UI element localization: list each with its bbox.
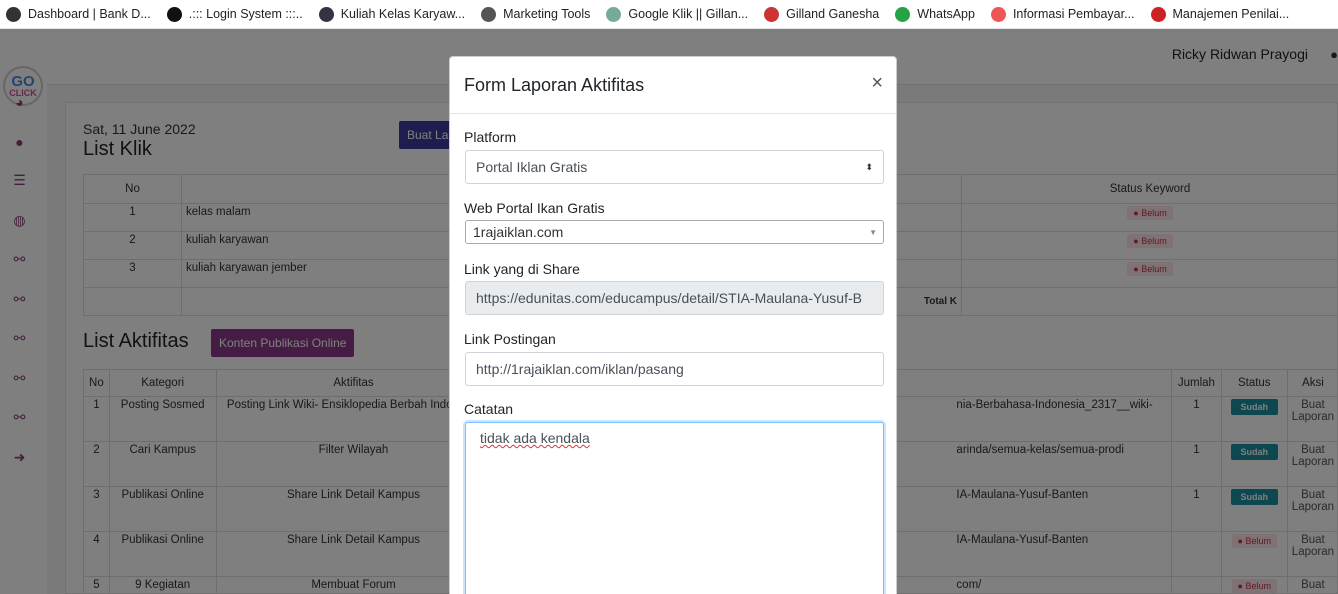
bookmark-label: Informasi Pembayar...	[1012, 7, 1135, 21]
modal-header: Form Laporan Aktifitas ×	[450, 57, 896, 114]
bookmark-label: Manajemen Penilai...	[1172, 7, 1290, 21]
bookmark-label: Marketing Tools	[503, 7, 591, 21]
platform-selected: Portal Iklan Gratis	[476, 159, 588, 175]
bookmark-label: .::: Login System :::..	[188, 7, 303, 21]
bookmark-label: Google Klik || Gillan...	[628, 7, 749, 21]
bookmark-favicon-icon	[606, 6, 622, 22]
bookmark-label: Kuliah Kelas Karyaw...	[340, 7, 466, 21]
bookmark-item[interactable]: Kuliah Kelas Karyaw...	[318, 6, 466, 22]
bookmark-favicon-icon	[318, 6, 334, 22]
bookmark-favicon-icon	[6, 6, 21, 22]
bookmark-favicon-icon	[166, 6, 182, 22]
bookmark-label: WhatsApp	[917, 7, 975, 21]
web-portal-select[interactable]: 1rajaiklan.com ▼	[465, 220, 884, 244]
link-share-label: Link yang di Share	[464, 261, 580, 277]
bookmark-item[interactable]: Informasi Pembayar...	[990, 6, 1135, 22]
bookmark-item[interactable]: Marketing Tools	[481, 6, 591, 22]
platform-label: Platform	[464, 129, 517, 145]
bookmark-favicon-icon	[990, 6, 1006, 22]
chevron-down-icon: ▼	[869, 227, 877, 237]
select-arrows-icon: ⬍	[865, 161, 873, 172]
bookmark-item[interactable]: Google Klik || Gillan...	[606, 6, 749, 22]
platform-select[interactable]: Portal Iklan Gratis ⬍	[465, 150, 884, 184]
bookmark-favicon-icon	[481, 6, 497, 22]
bookmark-favicon-icon	[1150, 6, 1166, 22]
bookmark-label: Gilland Ganesha	[786, 7, 880, 21]
bookmark-item[interactable]: WhatsApp	[895, 6, 975, 22]
close-icon[interactable]: ×	[871, 72, 883, 95]
catatan-label: Catatan	[464, 401, 514, 417]
bookmark-favicon-icon	[895, 6, 911, 22]
web-portal-selected: 1rajaiklan.com	[473, 224, 564, 240]
link-postingan-label: Link Postingan	[464, 331, 556, 347]
catatan-textarea[interactable]: tidak ada kendala	[465, 422, 884, 594]
bookmarks-bar: Dashboard | Bank D... .::: Login System :…	[0, 0, 1338, 29]
web-portal-label: Web Portal Ikan Gratis	[464, 200, 605, 216]
bookmark-item[interactable]: Gilland Ganesha	[764, 6, 880, 22]
link-share-field[interactable]: https://edunitas.com/educampus/detail/ST…	[465, 281, 884, 315]
bookmark-favicon-icon	[764, 6, 780, 22]
bookmark-item[interactable]: Dashboard | Bank D...	[6, 6, 151, 22]
bookmark-item[interactable]: Manajemen Penilai...	[1150, 6, 1290, 22]
bookmark-label: Dashboard | Bank D...	[28, 7, 151, 21]
link-postingan-field[interactable]: http://1rajaiklan.com/iklan/pasang	[465, 352, 884, 386]
modal-title: Form Laporan Aktifitas	[464, 75, 645, 95]
form-laporan-modal: Form Laporan Aktifitas × Platform Portal…	[449, 56, 897, 594]
bookmark-item[interactable]: .::: Login System :::..	[166, 6, 303, 22]
